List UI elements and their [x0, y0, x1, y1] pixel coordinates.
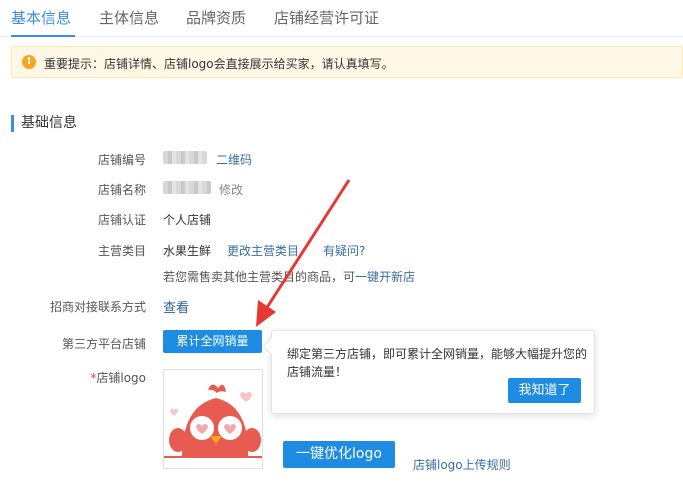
- annotation-arrow: [256, 179, 351, 327]
